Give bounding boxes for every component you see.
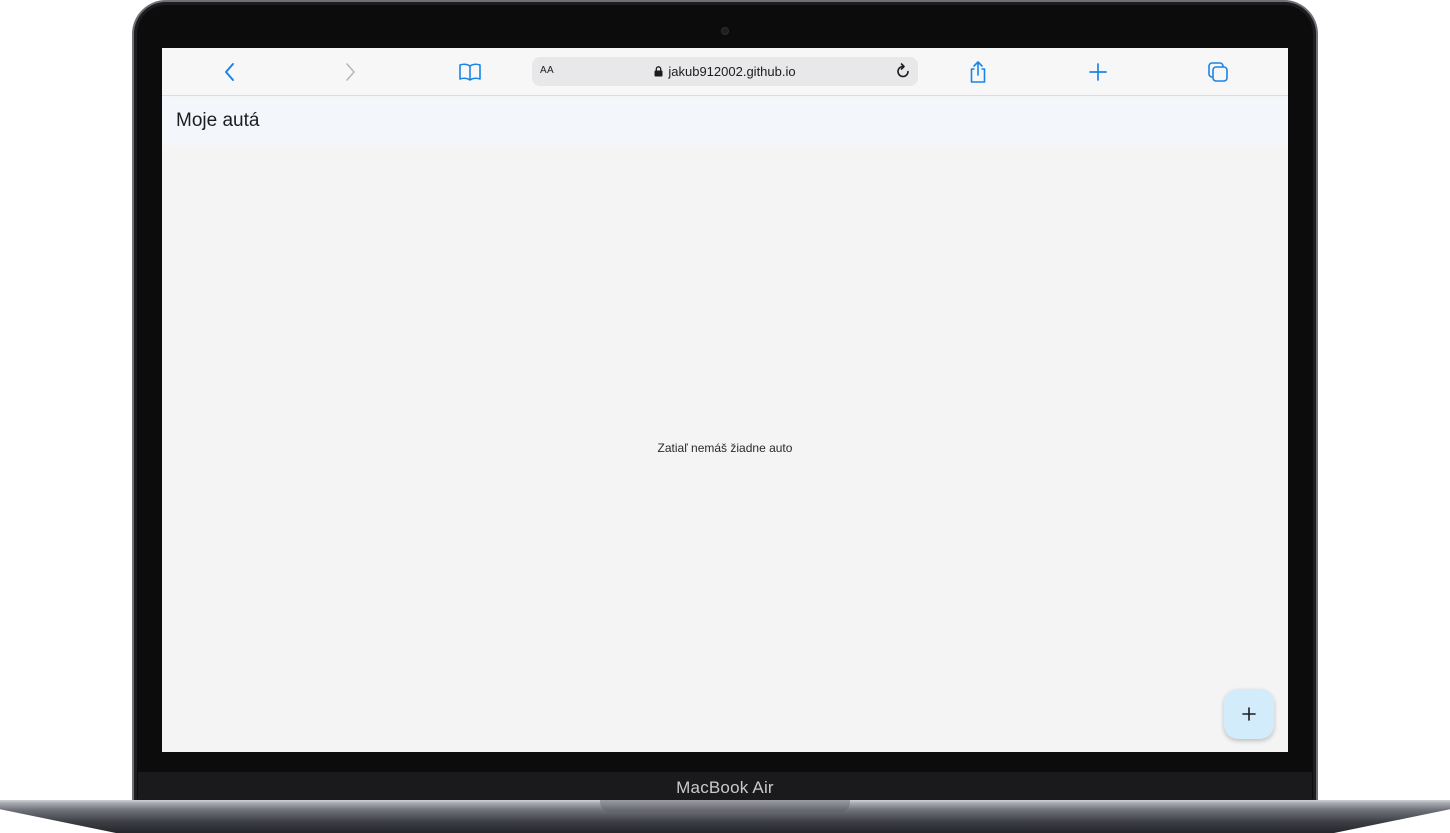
forward-button[interactable] xyxy=(337,59,363,85)
camera xyxy=(721,27,729,35)
back-button[interactable] xyxy=(217,59,243,85)
url-text: jakub912002.github.io xyxy=(668,64,796,79)
screen: AA jakub912002.github.io Moje autá Zatia… xyxy=(162,48,1288,752)
chevron-right-icon xyxy=(346,63,355,81)
address-bar[interactable]: AA jakub912002.github.io xyxy=(532,57,918,86)
laptop-model-label: MacBook Air xyxy=(676,778,774,797)
tabs-overview-button[interactable] xyxy=(1205,59,1231,85)
new-tab-button[interactable] xyxy=(1085,59,1111,85)
plus-icon xyxy=(1089,63,1107,81)
share-button[interactable] xyxy=(965,59,991,85)
app-header: Moje autá xyxy=(162,97,1288,145)
book-icon xyxy=(459,63,481,81)
empty-state-message: Zatiaľ nemáš žiadne auto xyxy=(657,441,793,455)
reader-view-button[interactable]: AA xyxy=(540,65,554,76)
reload-icon[interactable] xyxy=(894,62,912,80)
share-icon xyxy=(970,61,986,83)
chevron-left-icon xyxy=(225,63,234,81)
browser-toolbar: AA jakub912002.github.io xyxy=(162,48,1288,96)
tabs-icon xyxy=(1208,62,1228,82)
plus-icon xyxy=(1242,707,1256,721)
bookmarks-button[interactable] xyxy=(457,59,483,85)
add-car-button[interactable] xyxy=(1224,689,1274,739)
laptop-notch xyxy=(600,800,850,812)
page-title: Moje autá xyxy=(176,110,260,131)
lock-icon xyxy=(654,66,663,77)
